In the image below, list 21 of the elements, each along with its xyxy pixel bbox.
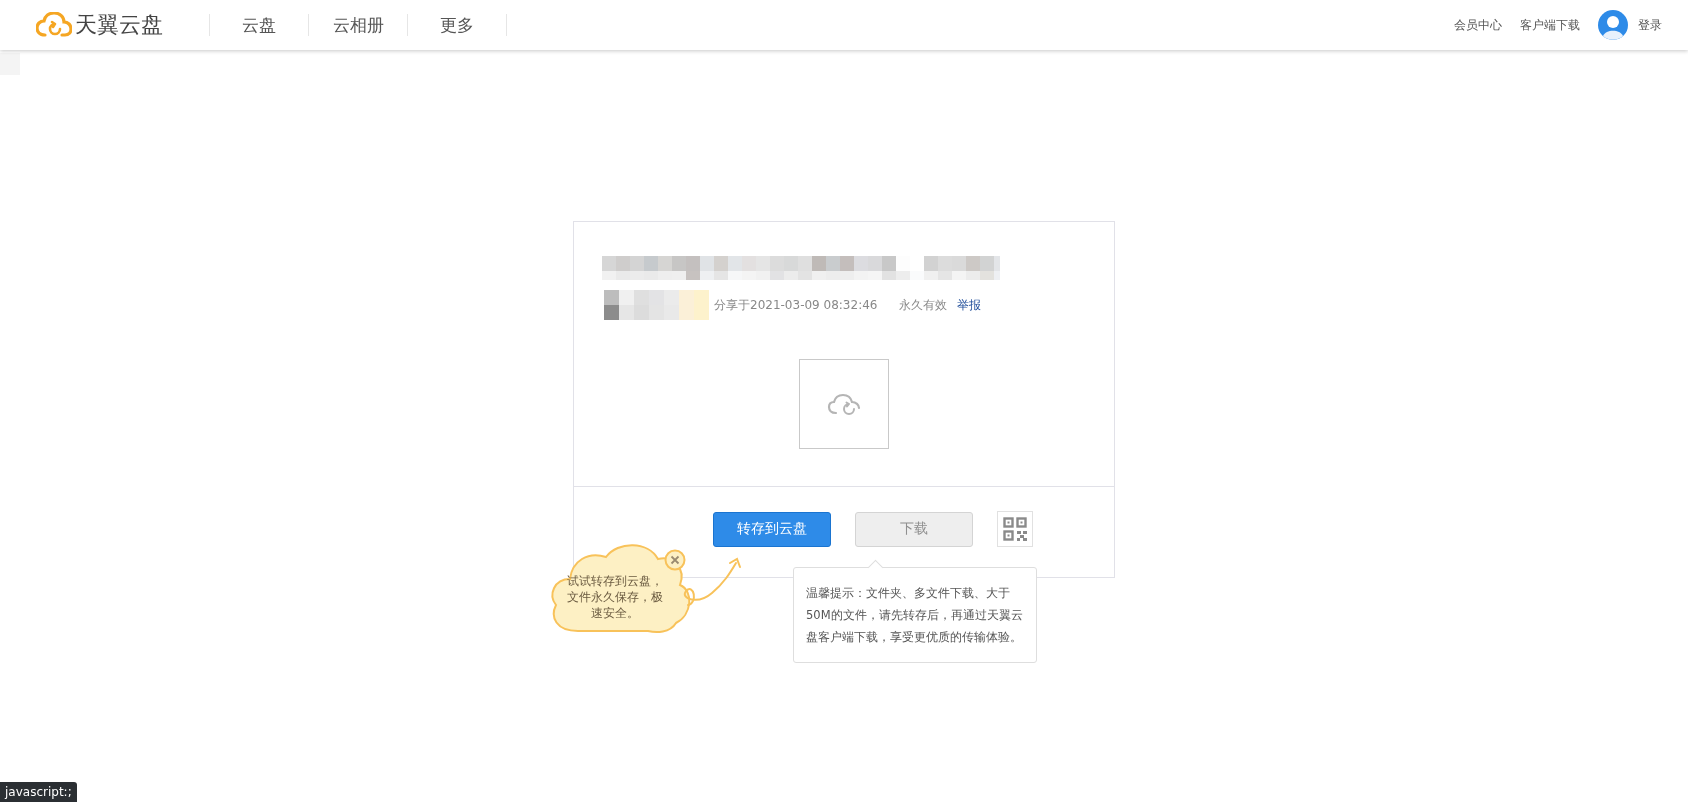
qr-code-icon [1003,517,1027,541]
validity-text: 永久有效 [899,296,948,314]
bubble-text: 试试转存到云盘，文件永久保存，极速安全。 [566,573,664,621]
nav-link[interactable]: 更多 [408,13,506,37]
report-link[interactable]: 举报 [957,296,982,314]
close-icon[interactable] [664,549,686,571]
logo-text: 天翼云盘 [75,11,163,39]
nav-link[interactable]: 云相册 [309,13,407,37]
top-link[interactable]: 会员中心 [1454,16,1502,34]
status-bar-url: javascript:; [0,782,77,802]
qr-code-button[interactable] [997,511,1033,547]
top-link[interactable]: 客户端下载 [1520,16,1580,34]
save-to-cloud-button[interactable]: 转存到云盘 [713,511,831,547]
logo[interactable]: 天翼云盘 [36,10,163,40]
share-time: 分享于2021-03-09 08:32:46 [714,296,878,314]
login-link[interactable]: 登录 [1638,16,1662,34]
cloud-sync-icon [827,393,861,415]
cloud-logo-icon [36,12,72,38]
avatar-icon[interactable] [1598,10,1628,40]
tip-text: 温馨提示：文件夹、多文件下载、大于50M的文件，请先转存后，再通过天翼云盘客户端下载，享受更优质的传输体验。 [806,585,1024,646]
nav-link[interactable]: 云盘 [210,13,308,37]
